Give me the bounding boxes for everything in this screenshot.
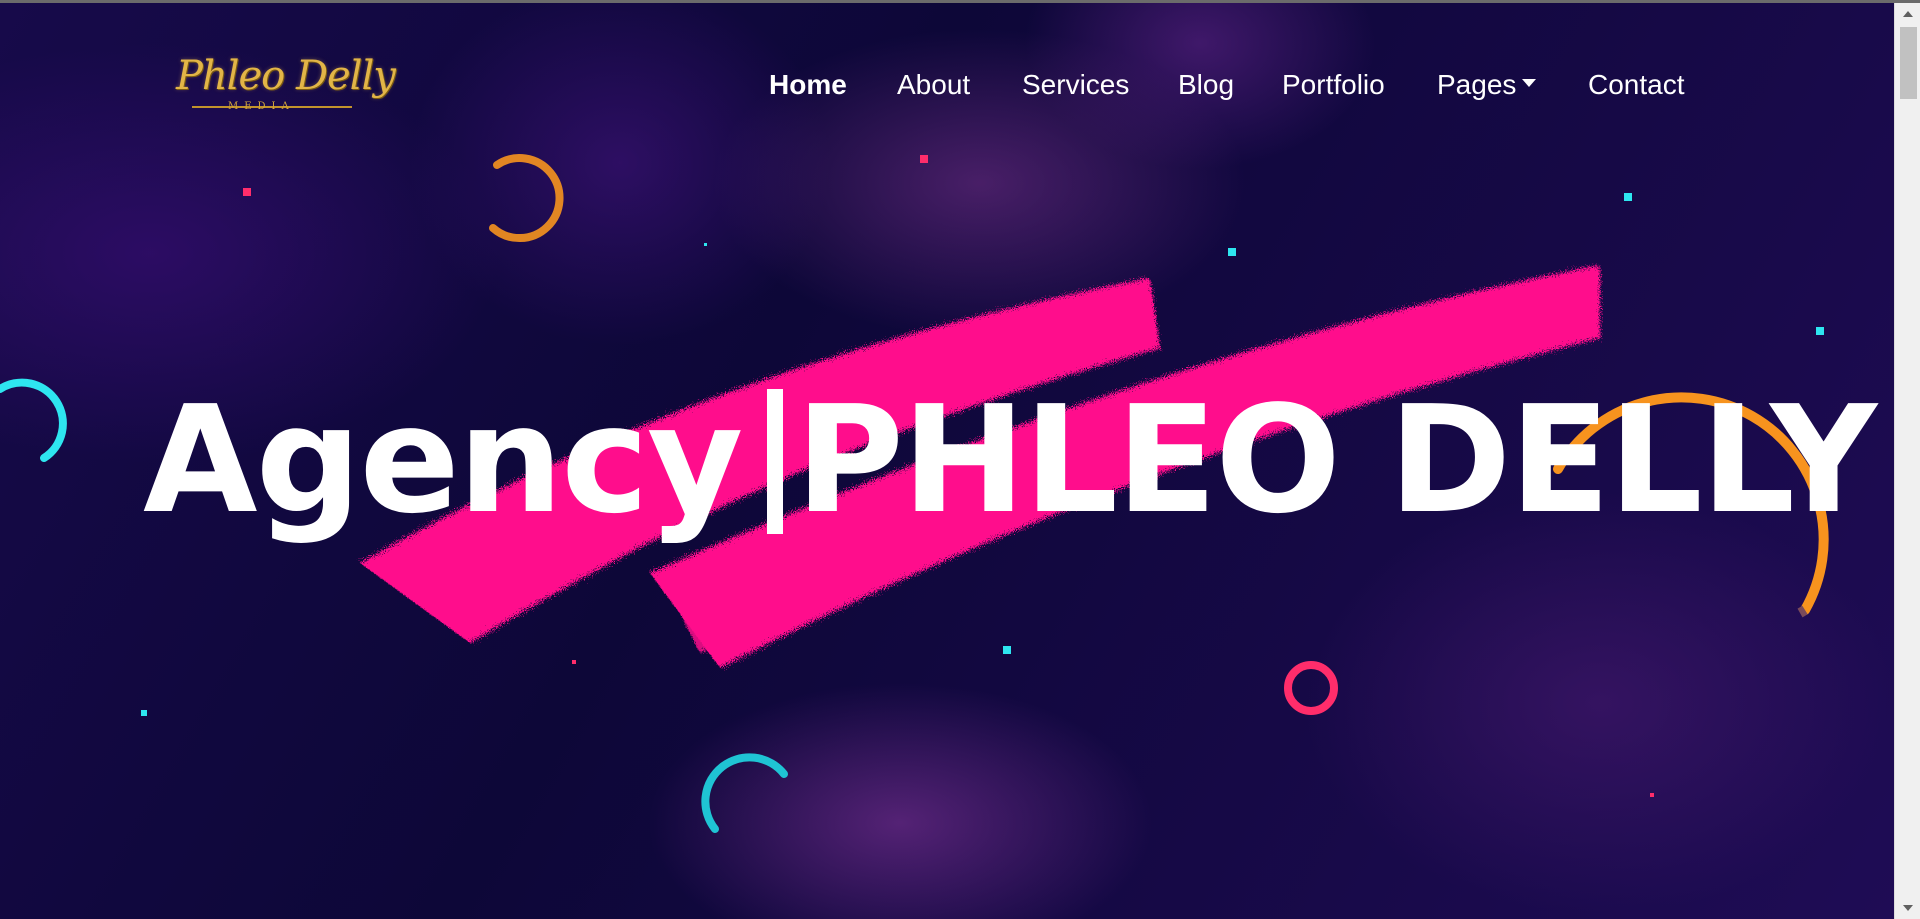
- teal-ring-arc-icon: [701, 753, 788, 833]
- pink-dot-icon: [1650, 793, 1654, 797]
- arrow-down-icon: [1903, 905, 1913, 911]
- cyan-dot-icon: [1816, 327, 1824, 335]
- nav-item-services[interactable]: Services: [1022, 65, 1129, 105]
- scroll-up-button[interactable]: [1895, 5, 1920, 23]
- nav-item-blog[interactable]: Blog: [1178, 65, 1234, 105]
- nav-item-pages-label: Pages: [1437, 69, 1517, 100]
- pink-dot-icon: [572, 660, 576, 664]
- nav-item-portfolio[interactable]: Portfolio: [1282, 65, 1385, 105]
- nav-item-home[interactable]: Home: [769, 65, 847, 105]
- hero-headline: Agency PHLEO DELLY: [143, 374, 1877, 546]
- arrow-up-icon: [1903, 11, 1913, 17]
- orange-large-arc-tail-icon: [1797, 605, 1808, 618]
- caret-down-icon: [1522, 78, 1537, 87]
- cyan-dot-icon: [1228, 248, 1236, 256]
- cyan-dot-icon: [1003, 646, 1011, 654]
- cyan-dot-icon: [141, 710, 147, 716]
- headline-name: PHLEO DELLY: [795, 374, 1877, 546]
- hero-section: Phleo Delly MEDIA Home About Services Bl…: [0, 3, 1894, 919]
- nav-item-contact[interactable]: Contact: [1588, 65, 1685, 105]
- typing-cursor: [767, 389, 784, 534]
- nav-item-about[interactable]: About: [897, 65, 970, 105]
- scroll-down-button[interactable]: [1895, 899, 1920, 917]
- vertical-scrollbar[interactable]: [1894, 3, 1920, 919]
- cyan-dot-icon: [1624, 193, 1632, 201]
- main-navigation: Home About Services Blog Portfolio Pages…: [0, 65, 1894, 105]
- scrollbar-thumb[interactable]: [1900, 27, 1917, 99]
- pink-dot-icon: [920, 155, 928, 163]
- orange-ring-arc-icon: [489, 154, 564, 242]
- cyan-dot-icon: [704, 243, 707, 246]
- nav-item-pages[interactable]: Pages: [1437, 65, 1537, 105]
- pink-dot-icon: [243, 188, 251, 196]
- cyan-ring-arc-icon: [0, 378, 67, 462]
- red-ring-icon: [1284, 661, 1338, 715]
- headline-prefix: Agency: [143, 374, 743, 546]
